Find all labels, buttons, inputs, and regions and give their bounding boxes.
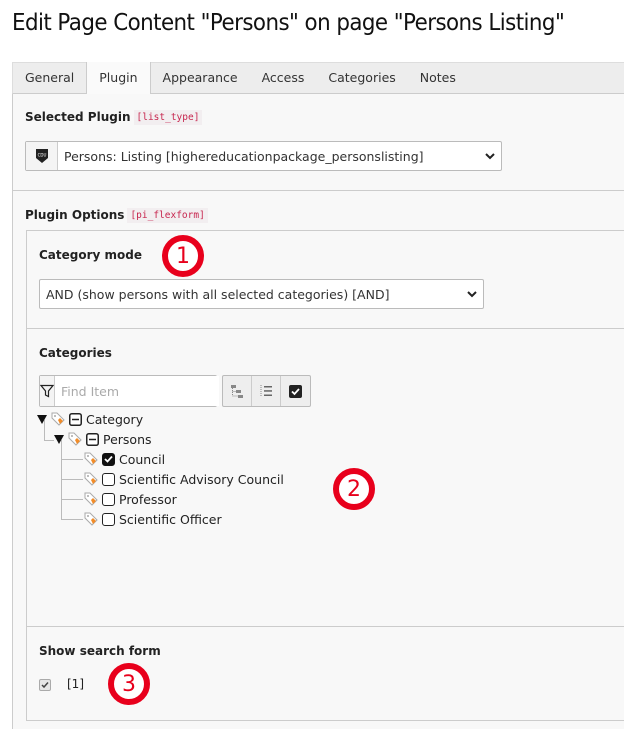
tree-node-persons[interactable]: Persons	[54, 429, 156, 449]
selected-plugin-label-text: Selected Plugin	[25, 110, 131, 124]
chevron-down-icon	[461, 290, 483, 298]
toggle-check-all-button[interactable]	[281, 376, 310, 406]
tree-connector	[61, 479, 83, 480]
tab-access[interactable]: Access	[250, 63, 317, 93]
category-mode-label: Category mode	[39, 248, 143, 262]
plugin-options-label: Plugin Options [pi_flexform]	[25, 208, 208, 223]
tree-node-label: Scientific Advisory Council	[119, 471, 284, 487]
categories-label: Categories	[39, 346, 112, 360]
plugin-icon-box: CDU	[26, 142, 58, 170]
tree-toolbar	[222, 375, 311, 407]
tag-icon	[68, 432, 82, 446]
show-search-form-section: Show search form [1] 3	[26, 626, 624, 721]
tree-node-professor[interactable]: Professor	[84, 489, 181, 509]
tree-node-label: Council	[119, 451, 166, 467]
page-title: Edit Page Content "Persons" on page "Per…	[12, 10, 565, 36]
svg-text:CDU: CDU	[37, 153, 46, 158]
tree-node-council[interactable]: Council	[84, 449, 169, 469]
tab-bar: General Plugin Appearance Access Categor…	[12, 62, 624, 95]
tree-connector	[61, 459, 83, 460]
tab-general[interactable]: General	[13, 63, 86, 93]
checkbox-scientific-officer[interactable]	[102, 512, 115, 526]
checkbox-checked-icon	[289, 384, 302, 398]
collapse-minus-icon[interactable]	[86, 432, 99, 446]
expand-triangle-icon[interactable]	[54, 434, 64, 444]
list-icon	[260, 385, 272, 397]
chevron-down-icon	[479, 152, 501, 160]
tab-plugin[interactable]: Plugin	[86, 62, 151, 95]
tree-node-label: Persons	[103, 431, 152, 447]
annotation-badge-3: 3	[108, 663, 150, 705]
tag-icon	[51, 412, 65, 426]
category-mode-value: AND (show persons with all selected cate…	[46, 286, 390, 302]
tree-node-scientific-officer[interactable]: Scientific Officer	[84, 509, 226, 529]
tab-appearance[interactable]: Appearance	[151, 63, 250, 93]
checkbox-council[interactable]	[102, 452, 115, 466]
plugin-select-value: Persons: Listing [highereducationpackage…	[64, 148, 424, 164]
tree-filter	[39, 375, 219, 407]
expand-triangle-icon[interactable]	[37, 414, 47, 424]
tree-node-category[interactable]: Category	[37, 409, 147, 429]
tree-node-scientific-advisory-council[interactable]: Scientific Advisory Council	[84, 469, 288, 489]
tab-notes[interactable]: Notes	[408, 63, 468, 93]
tree-connector	[61, 519, 83, 520]
annotation-badge-2: 2	[333, 468, 375, 510]
find-item-input[interactable]	[55, 376, 219, 406]
filter-icon[interactable]	[40, 376, 55, 406]
tag-icon	[84, 452, 98, 466]
category-mode-select[interactable]: AND (show persons with all selected cate…	[39, 279, 484, 309]
tree-connector	[44, 440, 54, 441]
show-search-form-checkbox[interactable]	[39, 679, 51, 691]
tag-icon	[84, 512, 98, 526]
show-search-form-label: Show search form	[39, 644, 161, 658]
categories-section: Categories Find Item 2 Category Persons …	[26, 328, 624, 626]
tree-hierarchy-icon	[231, 385, 243, 398]
tab-categories[interactable]: Categories	[316, 63, 407, 93]
plugin-options-label-text: Plugin Options	[25, 208, 125, 222]
tree-node-label: Category	[86, 411, 144, 427]
tag-icon	[84, 472, 98, 486]
selected-plugin-section: Selected Plugin [list_type] CDU Persons: …	[13, 94, 624, 191]
expand-collapse-tree-button[interactable]	[223, 376, 252, 406]
tree-connector	[61, 440, 62, 520]
shield-logo-icon: CDU	[35, 149, 48, 163]
category-mode-section: Category mode 1 AND (show persons with a…	[26, 230, 624, 328]
checkbox-professor[interactable]	[102, 492, 115, 506]
plugin-select[interactable]: CDU Persons: Listing [highereducationpac…	[25, 141, 502, 171]
tab-panel-plugin: Selected Plugin [list_type] CDU Persons: …	[12, 94, 624, 729]
tree-node-label: Scientific Officer	[119, 511, 222, 527]
annotation-badge-1: 1	[162, 235, 204, 277]
field-code: [list_type]	[133, 110, 203, 125]
collapse-minus-icon[interactable]	[69, 412, 82, 426]
tree-connector	[61, 499, 83, 500]
checkbox-scientific-advisory-council[interactable]	[102, 472, 115, 486]
tree-node-label: Professor	[119, 491, 177, 507]
show-selected-list-button[interactable]	[252, 376, 281, 406]
field-code: [pi_flexform]	[127, 208, 208, 223]
show-search-form-value: [1]	[67, 677, 84, 691]
selected-plugin-label: Selected Plugin [list_type]	[25, 110, 203, 125]
tag-icon	[84, 492, 98, 506]
